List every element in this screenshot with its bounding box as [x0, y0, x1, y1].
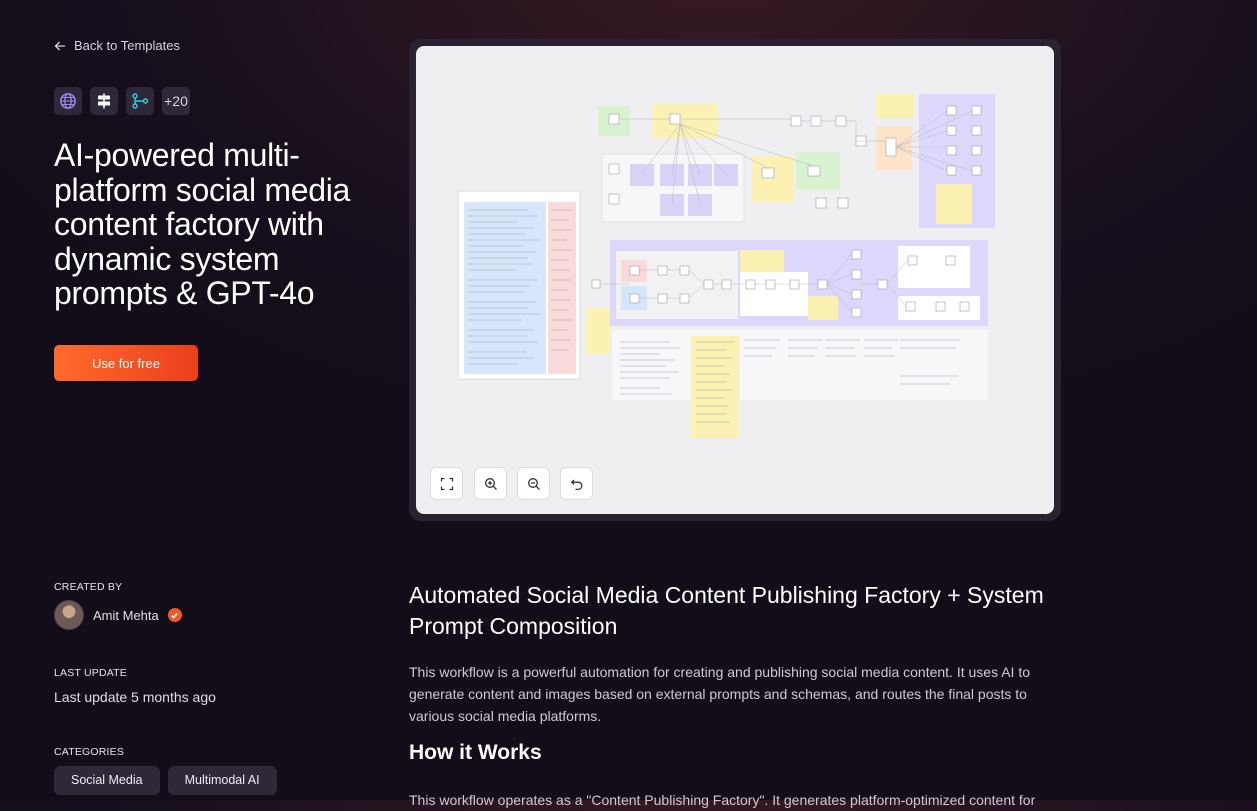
categories-label: CATEGORIES [54, 746, 125, 758]
zoom-out-icon [527, 477, 540, 490]
how-it-works-heading: How it Works [409, 741, 542, 764]
how-it-works-text: This workflow operates as a "Content Pub… [409, 792, 1036, 808]
zoom-out-button[interactable] [517, 467, 550, 500]
workflow-diagram [457, 94, 995, 438]
author[interactable]: Amit Mehta [54, 600, 182, 630]
arrow-left-icon [54, 41, 65, 50]
reset-view-button[interactable] [560, 467, 593, 500]
fit-view-button[interactable] [430, 467, 463, 500]
back-to-templates-link[interactable]: Back to Templates [54, 38, 180, 53]
avatar [54, 600, 84, 630]
verified-badge-icon [167, 608, 182, 622]
last-update-value: Last update 5 months ago [54, 689, 216, 705]
description-heading: Automated Social Media Content Publishin… [409, 582, 1044, 639]
integration-icons: +20 [54, 87, 190, 115]
fullscreen-icon [440, 477, 453, 490]
template-title: AI-powered multi-platform social media c… [54, 137, 351, 311]
undo-icon [570, 479, 582, 490]
description-paragraph: This workflow is a powerful automation f… [409, 664, 1030, 724]
more-integrations-count: +20 [162, 87, 190, 115]
category-social-media[interactable]: Social Media [54, 766, 160, 795]
workflow-canvas[interactable] [416, 46, 1054, 514]
last-update-label: LAST UPDATE [54, 667, 127, 679]
author-name: Amit Mehta [93, 607, 159, 623]
categories-list: Social Media Multimodal AI [54, 766, 277, 795]
zoom-in-button[interactable] [474, 467, 507, 500]
use-for-free-button[interactable]: Use for free [54, 345, 198, 381]
category-multimodal-ai[interactable]: Multimodal AI [167, 766, 277, 795]
zoom-in-icon [484, 477, 497, 490]
created-by-label: CREATED BY [54, 581, 123, 593]
back-link-label: Back to Templates [74, 38, 180, 53]
signpost-icon [90, 87, 118, 115]
globe-icon [54, 87, 82, 115]
workflow-icon [126, 87, 154, 115]
